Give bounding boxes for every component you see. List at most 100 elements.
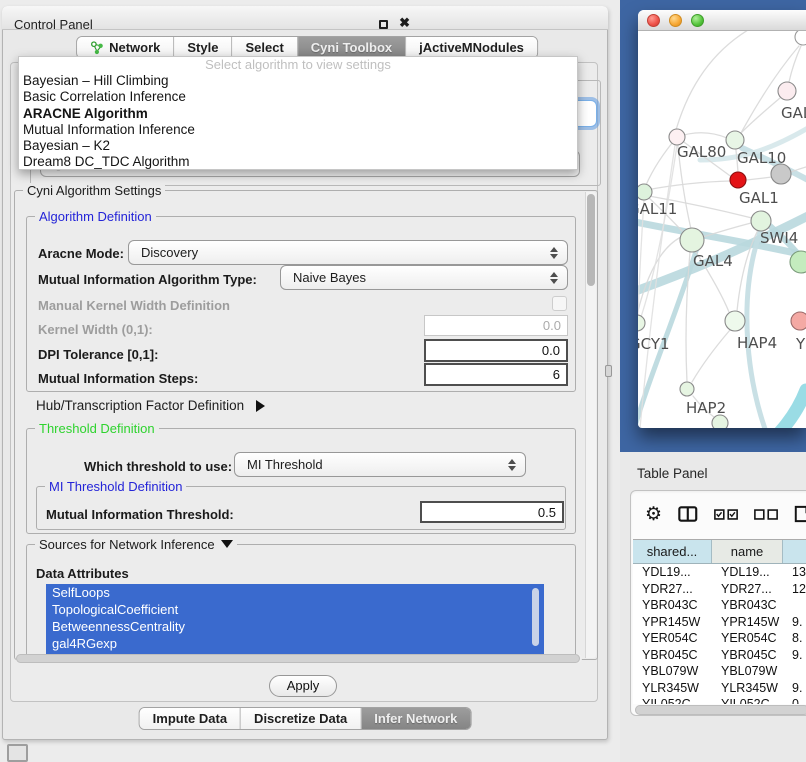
scrollbar-thumb[interactable] <box>635 705 806 715</box>
table-row[interactable]: YDR27...YDR27...12 <box>633 581 806 598</box>
mi-threshold-field[interactable]: 0.5 <box>420 501 564 523</box>
table-cell: YPR145W <box>712 614 783 631</box>
dropdown-item-bayesian-k2[interactable]: Bayesian – K2 <box>19 138 577 154</box>
tab-label: Network <box>109 40 160 55</box>
attributes-list-scrollbar[interactable] <box>532 588 539 646</box>
mi-steps-field[interactable]: 6 <box>424 363 568 386</box>
network-node[interactable] <box>791 312 806 330</box>
panel-title: Control Panel <box>14 17 93 32</box>
float-window-icon[interactable] <box>379 20 388 29</box>
table-horizontal-scrollbar[interactable] <box>635 705 806 715</box>
tab-network[interactable]: Network <box>77 37 173 58</box>
collapsed-panel-button[interactable] <box>7 744 28 762</box>
table-row[interactable]: YBL079WYBL079W <box>633 663 806 680</box>
network-node[interactable] <box>751 211 771 231</box>
table-row[interactable]: YIL052CYIL052C0. <box>633 696 806 704</box>
network-node[interactable] <box>795 31 806 45</box>
dropdown-item-mutual-information-inference[interactable]: Mutual Information Inference <box>19 122 577 138</box>
zoom-window-icon[interactable] <box>691 14 704 27</box>
table-cell: YBR045C <box>633 647 712 664</box>
apply-button[interactable]: Apply <box>269 675 337 697</box>
network-node[interactable] <box>725 311 745 331</box>
network-node[interactable] <box>638 315 645 331</box>
tab-style[interactable]: Style <box>173 37 231 58</box>
settings-vertical-scrollbar[interactable] <box>585 192 596 658</box>
aracne-mode-label: Aracne Mode: <box>38 246 124 261</box>
network-node[interactable] <box>680 382 694 396</box>
scrollbar-thumb[interactable] <box>587 194 595 286</box>
table-row[interactable]: YER054CYER054C8. <box>633 630 806 647</box>
table-cell: 12 <box>783 581 806 598</box>
network-node[interactable] <box>790 251 806 273</box>
network-node[interactable] <box>730 172 746 188</box>
collapse-down-icon[interactable] <box>221 540 233 548</box>
node-label: GAL10 <box>737 149 786 167</box>
deselect-all-icon[interactable] <box>754 508 778 521</box>
close-window-icon[interactable] <box>647 14 660 27</box>
table-row[interactable]: YPR145WYPR145W9. <box>633 614 806 631</box>
network-edge <box>646 181 730 190</box>
table-row[interactable]: YDL19...YDL19...13 <box>633 564 806 581</box>
table-cell: YDL19... <box>633 564 712 581</box>
dropdown-item-basic-correlation-inference[interactable]: Basic Correlation Inference <box>19 89 577 105</box>
attribute-item-topologicalcoefficient[interactable]: TopologicalCoefficient <box>46 601 544 618</box>
tab-label: Infer Network <box>374 711 457 726</box>
column-header-extra[interactable] <box>783 540 806 563</box>
table-cell <box>783 597 806 614</box>
aracne-mode-combo[interactable]: Discovery <box>128 240 568 265</box>
split-columns-icon[interactable] <box>678 505 698 523</box>
data-attributes-list[interactable]: SelfLoopsTopologicalCoefficientBetweenne… <box>46 584 544 654</box>
network-node[interactable] <box>771 164 791 184</box>
settings-gear-icon[interactable]: ⚙ <box>645 505 662 524</box>
which-threshold-label: Which threshold to use: <box>84 459 232 474</box>
network-node[interactable] <box>680 228 704 252</box>
tab-cyni-toolbox[interactable]: Cyni Toolbox <box>297 37 405 58</box>
table-row[interactable]: YBR043CYBR043C <box>633 597 806 614</box>
expand-right-icon[interactable] <box>256 400 265 412</box>
table-row[interactable]: YLR345WYLR345W9. <box>633 680 806 697</box>
column-header-shared[interactable]: shared... <box>633 540 712 563</box>
tab-jactivemnodules[interactable]: jActiveMNodules <box>405 37 537 58</box>
settings-horizontal-scrollbar[interactable] <box>16 654 582 663</box>
network-node[interactable] <box>726 131 744 149</box>
table-body: YDL19...YDL19...13YDR27...YDR27...12YBR0… <box>633 564 806 704</box>
attribute-item-gal4rgexp[interactable]: gal4RGexp <box>46 635 544 652</box>
attribute-item-betweennesscentrality[interactable]: BetweennessCentrality <box>46 618 544 635</box>
minimize-window-icon[interactable] <box>669 14 682 27</box>
panel-divider-handle[interactable] <box>605 365 612 377</box>
select-all-icon[interactable] <box>714 508 738 521</box>
network-node[interactable] <box>638 184 652 200</box>
which-threshold-value: MI Threshold <box>247 457 502 472</box>
table-cell: YBL079W <box>633 663 712 680</box>
tab-discretize-data[interactable]: Discretize Data <box>240 708 360 729</box>
tab-impute-data[interactable]: Impute Data <box>140 708 240 729</box>
table-row[interactable]: YBR045CYBR045C9. <box>633 647 806 664</box>
dropdown-item-bayesian-hill-climbing[interactable]: Bayesian – Hill Climbing <box>19 73 577 89</box>
close-panel-icon[interactable]: ✖ <box>399 15 410 31</box>
manual-kernel-checkbox[interactable] <box>552 296 567 311</box>
hub-definition-section[interactable]: Hub/Transcription Factor Definition <box>36 398 265 413</box>
dropdown-item-dream8-dc-tdc-algorithm[interactable]: Dream8 DC_TDC Algorithm <box>19 154 577 170</box>
node-table-window: ⚙ shared...name YDL19...YDL19...13YDR27.… <box>630 490 806 716</box>
attribute-item-selfloops[interactable]: SelfLoops <box>46 584 544 601</box>
network-view-window[interactable]: GALGAL80GAL10GAL1GAL11SWI4GAL4GCY1HAP4YH… <box>638 10 806 428</box>
network-node[interactable] <box>778 82 796 100</box>
cyni-bottom-tabs: Impute Data Discretize Data Infer Network <box>139 707 472 730</box>
threshold-definition-title: Threshold Definition <box>35 421 159 436</box>
control-panel-titlebar[interactable]: Control Panel ✖ <box>2 6 608 30</box>
scrollbar-thumb[interactable] <box>16 654 580 663</box>
network-graph-canvas[interactable]: GALGAL80GAL10GAL1GAL11SWI4GAL4GCY1HAP4YH… <box>638 31 806 428</box>
mi-type-combo[interactable]: Naive Bayes <box>280 265 568 290</box>
dpi-tolerance-field[interactable]: 0.0 <box>424 339 568 362</box>
tab-infer-network[interactable]: Infer Network <box>360 708 470 729</box>
network-window-titlebar[interactable] <box>638 10 806 31</box>
table-cell: 9. <box>783 647 806 664</box>
kernel-width-field[interactable]: 0.0 <box>424 315 568 336</box>
file-icon[interactable] <box>794 504 806 524</box>
network-icon <box>90 41 104 55</box>
tab-label: Discretize Data <box>254 711 347 726</box>
which-threshold-combo[interactable]: MI Threshold <box>234 452 526 477</box>
column-header-name[interactable]: name <box>712 540 783 563</box>
tab-select[interactable]: Select <box>231 37 296 58</box>
dropdown-item-aracne-algorithm[interactable]: ARACNE Algorithm <box>19 106 577 122</box>
